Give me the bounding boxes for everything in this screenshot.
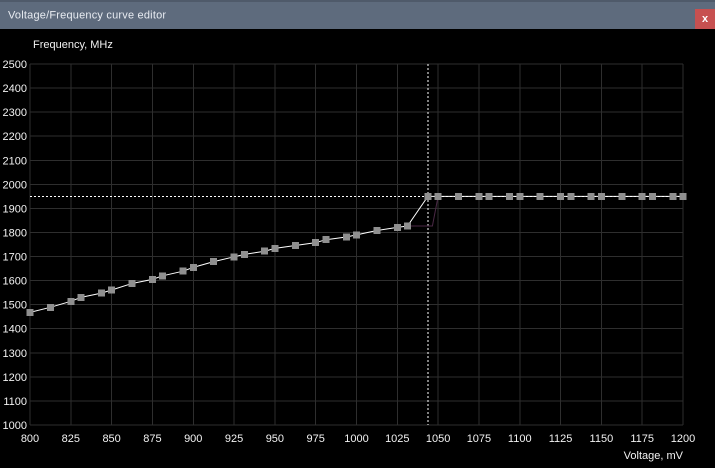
x-tick-label: 950: [266, 433, 284, 445]
curve-point-1031.25mV[interactable]: [404, 222, 411, 230]
y-tick-label: 1700: [3, 252, 27, 264]
x-tick-label: 1050: [426, 433, 450, 445]
curve-point-962.5mV[interactable]: [291, 242, 299, 249]
curve-point-1062.5mV[interactable]: [455, 192, 462, 200]
curve-point-825mV[interactable]: [67, 297, 75, 305]
x-tick-label: 1200: [671, 433, 695, 445]
x-tick-label: 900: [184, 433, 202, 445]
curve-point-1162.5mV[interactable]: [618, 192, 626, 200]
curve-point-1131.25mV[interactable]: [567, 192, 575, 200]
curve-point-831.25mV[interactable]: [77, 293, 85, 301]
curve-point-1050mV[interactable]: [434, 192, 442, 200]
curve-point-1012.5mV[interactable]: [373, 227, 381, 234]
curve-point-1075mV[interactable]: [475, 192, 483, 200]
y-tick-label: 2300: [3, 107, 27, 119]
y-tick-label: 2100: [3, 155, 27, 167]
x-axis-title: Voltage, mV: [624, 450, 684, 462]
x-tick-label: 1025: [385, 433, 409, 445]
y-tick-label: 1200: [3, 372, 27, 384]
curve-point-1100mV[interactable]: [516, 192, 524, 200]
curve-point-1125mV[interactable]: [557, 192, 565, 200]
ghost-curve-line: [407, 196, 439, 227]
curve-point-843.75mV[interactable]: [97, 289, 105, 297]
x-tick-label: 1100: [508, 433, 532, 445]
curve-point-975mV[interactable]: [312, 239, 320, 247]
curve-point-1175mV[interactable]: [638, 192, 646, 200]
y-tick-label: 1100: [3, 396, 27, 408]
y-tick-label: 2500: [3, 59, 27, 71]
y-tick-label: 1000: [3, 420, 27, 432]
y-tick-label: 1900: [3, 203, 27, 215]
y-tick-label: 2200: [3, 131, 27, 143]
curve-point-943.75mV[interactable]: [261, 247, 269, 255]
y-tick-label: 1300: [3, 348, 27, 360]
curve-point-875mV[interactable]: [148, 275, 156, 283]
x-tick-label: 825: [62, 433, 80, 445]
x-tick-label: 975: [307, 433, 325, 445]
vf-curve-chart: 800 825 850 875 900 925 950 975 1000 1025 1050 1075…: [3, 39, 696, 462]
x-tick-label: 925: [225, 433, 243, 445]
y-tick-label: 1600: [3, 276, 27, 288]
curve-point-1025mV[interactable]: [393, 223, 401, 231]
y-tick-label: 1500: [3, 300, 27, 312]
curve-point-1143.75mV[interactable]: [587, 192, 595, 200]
curve-point-800mV[interactable]: [26, 308, 34, 316]
curve-point-862.5mV[interactable]: [128, 280, 136, 287]
curve-point-950mV[interactable]: [271, 244, 279, 252]
curve-point-981.25mV[interactable]: [322, 236, 330, 244]
x-tick-label: 1000: [344, 433, 368, 445]
x-tick-label: 850: [102, 433, 120, 445]
curve-point-1181.25mV[interactable]: [648, 192, 656, 200]
curve-point-925mV[interactable]: [230, 253, 238, 261]
curve-point-1043.75mV[interactable]: [424, 192, 432, 200]
y-tick-label: 1400: [3, 324, 27, 336]
curve-point-1150mV[interactable]: [597, 192, 605, 200]
curve-point-1093.75mV[interactable]: [506, 192, 513, 200]
curve-point-1081.25mV[interactable]: [485, 192, 493, 200]
curve-point-812.5mV[interactable]: [46, 303, 54, 311]
y-tick-label: 1800: [3, 227, 27, 239]
curve-point-993.75mV[interactable]: [342, 233, 350, 241]
curve-point-931.25mV[interactable]: [240, 250, 248, 258]
curve-point-1112.5mV[interactable]: [536, 192, 544, 200]
x-tick-label: 1150: [590, 433, 614, 445]
curve-point-881.25mV[interactable]: [159, 272, 167, 280]
y-tick-label: 2400: [3, 83, 27, 95]
curve-point-1000mV[interactable]: [353, 231, 360, 239]
curve-point-912.5mV[interactable]: [210, 258, 218, 266]
x-tick-label: 800: [21, 433, 39, 445]
curve-point-893.75mV[interactable]: [179, 267, 187, 275]
curve-point-850mV[interactable]: [108, 286, 116, 294]
curve-point-1200mV[interactable]: [679, 192, 687, 200]
curve-point-900mV[interactable]: [189, 263, 197, 271]
y-axis-title: Frequency, MHz: [33, 39, 113, 51]
x-tick-label: 875: [143, 433, 161, 445]
x-tick-label: 1075: [467, 433, 491, 445]
x-tick-label: 1175: [630, 433, 654, 445]
x-tick-label: 1125: [549, 433, 573, 445]
y-tick-label: 2000: [3, 179, 27, 191]
curve-point-1193.75mV[interactable]: [669, 192, 677, 200]
